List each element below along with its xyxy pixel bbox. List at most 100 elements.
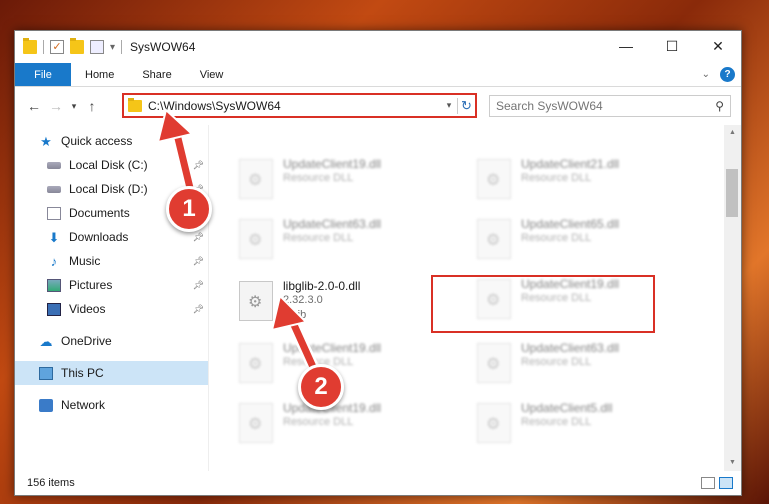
sidebar-item-network[interactable]: Network (15, 393, 208, 417)
vertical-scrollbar[interactable]: ▲ ▼ (724, 125, 741, 471)
address-dropdown-icon[interactable]: ▾ (441, 100, 457, 111)
search-input[interactable] (496, 99, 716, 113)
scrollbar-thumb[interactable] (726, 169, 738, 217)
file-description: Resource DLL (521, 172, 592, 184)
star-icon: ★ (40, 133, 52, 149)
file-item[interactable]: UpdateClient21.dll Resource DLL (473, 155, 703, 213)
pc-icon (39, 366, 53, 380)
file-name: UpdateClient19.dll (283, 157, 382, 171)
file-item[interactable]: UpdateClient19.dll Resource DLL (235, 155, 465, 213)
dll-file-icon (239, 281, 273, 321)
file-name: UpdateClient19.dll (521, 277, 620, 291)
quick-access-toolbar: ✓ ▾ (15, 38, 123, 54)
sidebar-item-pictures[interactable]: Pictures 📌︎ (15, 273, 208, 297)
file-description: Resource DLL (521, 232, 592, 244)
sidebar-item-label: OneDrive (61, 334, 112, 348)
dll-file-icon (477, 159, 511, 199)
network-icon (39, 398, 53, 412)
help-icon[interactable]: ? (720, 67, 735, 82)
sidebar-item-label: Local Disk (D:) (69, 182, 148, 196)
videos-icon (47, 302, 61, 316)
toolbar-separator (121, 40, 123, 54)
scroll-down-icon[interactable]: ▼ (724, 455, 741, 471)
close-button[interactable]: ✕ (695, 31, 741, 61)
sidebar-item-music[interactable]: ♪ Music 📌︎ (15, 249, 208, 273)
file-name: UpdateClient19.dll (283, 341, 382, 355)
file-item[interactable]: UpdateClient63.dll Resource DLL (473, 339, 703, 397)
file-name: UpdateClient21.dll (521, 157, 620, 171)
pin-icon: 📌︎ (192, 159, 204, 170)
window-title: SysWOW64 (130, 40, 196, 54)
back-arrow-icon[interactable]: ← (23, 98, 45, 114)
dll-file-icon (477, 343, 511, 383)
expand-ribbon-icon[interactable]: ⌄ (702, 69, 710, 80)
step-badge-1: 1 (166, 186, 212, 232)
file-item[interactable]: UpdateClient19.dll Resource DLL (473, 275, 703, 333)
file-description: Resource DLL (521, 416, 592, 428)
file-description: Resource DLL (283, 172, 354, 184)
dll-file-icon (477, 403, 511, 443)
file-item[interactable]: UpdateClient65.dll Resource DLL (473, 215, 703, 273)
refresh-icon[interactable]: ↻ (457, 97, 475, 114)
tab-view[interactable]: View (186, 63, 238, 86)
sidebar-item-label: Local Disk (C:) (69, 158, 148, 172)
tab-file[interactable]: File (15, 63, 71, 86)
dll-file-icon (239, 403, 273, 443)
sidebar-item-quick-access[interactable]: ★ Quick access (15, 129, 208, 153)
details-view-icon[interactable] (701, 477, 715, 489)
dll-file-icon (239, 343, 273, 383)
sidebar-item-label: Downloads (69, 230, 129, 244)
download-icon: ⬇ (48, 229, 60, 245)
tab-home[interactable]: Home (71, 63, 128, 86)
minimize-button[interactable]: — (603, 31, 649, 61)
sidebar-item-onedrive[interactable]: ☁ OneDrive (15, 329, 208, 353)
sidebar-item-label: Documents (69, 206, 130, 220)
search-icon[interactable]: ⚲ (715, 99, 724, 113)
address-bar[interactable]: C:\Windows\SysWOW64 ▾ ↻ (122, 93, 477, 118)
forward-arrow-icon[interactable]: → (45, 98, 67, 114)
toolbar-separator (43, 40, 44, 54)
content-area: ★ Quick access Local Disk (C:) 📌︎ Local … (15, 125, 741, 471)
up-arrow-icon[interactable]: ↑ (81, 98, 103, 114)
title-bar: ✓ ▾ SysWOW64 — ☐ ✕ (15, 31, 741, 63)
window-controls: — ☐ ✕ (603, 31, 741, 61)
recent-locations-chevron-icon[interactable]: ▾ (67, 101, 81, 112)
address-path[interactable]: C:\Windows\SysWOW64 (148, 99, 441, 113)
file-item[interactable]: UpdateClient19.dll Resource DLL (235, 399, 465, 457)
view-toggles (701, 477, 733, 489)
search-box[interactable]: ⚲ (489, 95, 731, 117)
file-description: Resource DLL (521, 356, 592, 368)
file-item[interactable]: UpdateClient63.dll Resource DLL (235, 215, 465, 273)
customize-icon[interactable] (90, 40, 104, 54)
file-description: Resource DLL (283, 232, 354, 244)
sidebar-item-label: Videos (69, 302, 106, 316)
explorer-window: ✓ ▾ SysWOW64 — ☐ ✕ File Home Share View … (14, 30, 742, 496)
pin-icon: 📌︎ (192, 255, 204, 266)
music-icon: ♪ (50, 253, 58, 269)
file-name: UpdateClient5.dll (521, 401, 613, 415)
disk-icon (47, 185, 61, 193)
sidebar-item-label: This PC (61, 366, 104, 380)
sidebar-item-local-disk-c[interactable]: Local Disk (C:) 📌︎ (15, 153, 208, 177)
file-item[interactable]: UpdateClient5.dll Resource DLL (473, 399, 703, 457)
tab-share[interactable]: Share (128, 63, 185, 86)
pin-icon: 📌︎ (192, 303, 204, 314)
maximize-button[interactable]: ☐ (649, 31, 695, 61)
properties-check-icon[interactable]: ✓ (50, 40, 64, 54)
item-count: 156 items (27, 477, 75, 489)
file-name: UpdateClient65.dll (521, 217, 620, 231)
dll-file-icon (477, 219, 511, 259)
pictures-icon (47, 278, 61, 292)
file-item[interactable]: UpdateClient19.dll Resource DLL (235, 339, 465, 397)
chevron-down-icon[interactable]: ▾ (110, 42, 115, 53)
folder-icon (128, 97, 142, 112)
sidebar-item-this-pc[interactable]: This PC (15, 361, 208, 385)
file-name: UpdateClient63.dll (283, 217, 382, 231)
scroll-up-icon[interactable]: ▲ (724, 125, 741, 141)
status-bar: 156 items (15, 471, 741, 495)
dll-file-icon (239, 219, 273, 259)
sidebar-item-videos[interactable]: Videos 📌︎ (15, 297, 208, 321)
new-folder-icon[interactable] (70, 38, 84, 54)
file-description: Resource DLL (283, 416, 354, 428)
tiles-view-icon[interactable] (719, 477, 733, 489)
